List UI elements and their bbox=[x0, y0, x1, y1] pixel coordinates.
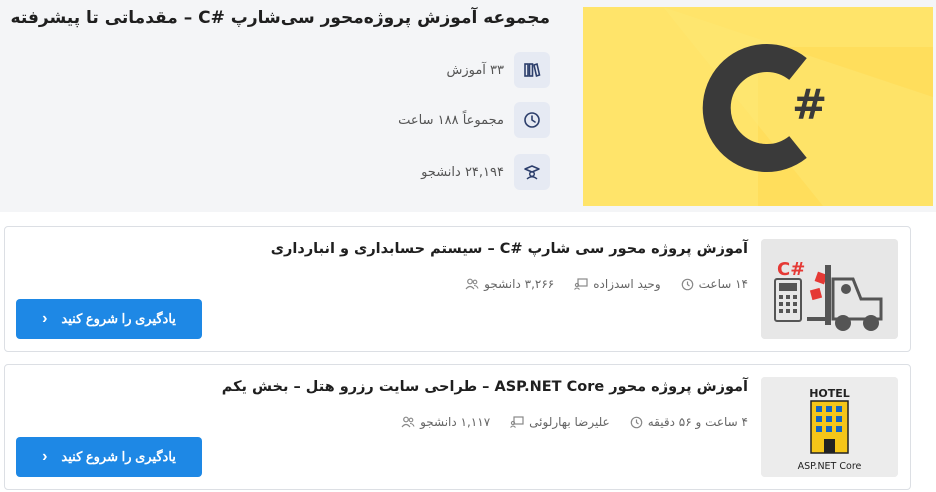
course-meta: ۳,۲۶۶ دانشجو وحید اسدزاده ۱۴ ساعت bbox=[465, 277, 748, 291]
svg-text:#: # bbox=[792, 80, 827, 129]
collection-title: مجموعه آموزش پروژه‌محور سی‌شارپ #C – مقد… bbox=[10, 8, 550, 28]
course-duration: ۱۴ ساعت bbox=[681, 277, 748, 291]
chevron-left-icon: ‹ bbox=[42, 310, 48, 327]
course-card[interactable]: HOTEL ASP.NET Core آموزش پروژه محور ASP.… bbox=[4, 364, 911, 490]
course-teacher: علیرضا بهارلوئی bbox=[510, 415, 610, 429]
thumb-aspnet-text: ASP.NET Core bbox=[798, 461, 862, 472]
teacher-icon bbox=[574, 278, 588, 290]
course-thumbnail[interactable]: C# bbox=[761, 239, 898, 339]
csharp-logo-banner: # bbox=[583, 7, 933, 206]
course-card[interactable]: C# آموزش پروژه محور سی شارپ #C – سیستم ح… bbox=[4, 226, 911, 352]
thumb-csharp-text: C# bbox=[777, 259, 805, 280]
books-icon bbox=[514, 52, 550, 88]
users-icon bbox=[465, 278, 479, 290]
chevron-left-icon: ‹ bbox=[42, 448, 48, 465]
graduate-icon bbox=[514, 154, 550, 190]
clock-icon bbox=[681, 278, 693, 290]
stat-courses: ۳۳ آموزش bbox=[446, 52, 550, 88]
course-students: ۳,۲۶۶ دانشجو bbox=[465, 277, 554, 291]
stat-duration: مجموعاً ۱۸۸ ساعت bbox=[398, 102, 550, 138]
collection-header: # مجموعه آموزش پروژه‌محور سی‌شارپ #C – م… bbox=[0, 0, 936, 212]
course-duration: ۴ ساعت و ۵۶ دقیقه bbox=[630, 415, 748, 429]
stat-duration-text: مجموعاً ۱۸۸ ساعت bbox=[398, 112, 504, 128]
thumb-hotel-text: HOTEL bbox=[809, 387, 850, 400]
course-thumbnail[interactable]: HOTEL ASP.NET Core bbox=[761, 377, 898, 477]
stat-courses-text: ۳۳ آموزش bbox=[446, 62, 504, 78]
course-meta: ۱,۱۱۷ دانشجو علیرضا بهارلوئی ۴ ساعت و ۵۶… bbox=[401, 415, 748, 429]
stat-students: ۲۴,۱۹۴ دانشجو bbox=[421, 154, 550, 190]
teacher-icon bbox=[510, 416, 524, 428]
accounting-forklift-icon: C# bbox=[761, 239, 898, 339]
start-learning-button[interactable]: یادگیری را شروع کنید ‹ bbox=[16, 299, 202, 339]
course-title[interactable]: آموزش پروژه محور ASP.NET Core – طراحی سا… bbox=[222, 379, 748, 395]
hotel-building-icon: HOTEL ASP.NET Core bbox=[761, 377, 898, 477]
csharp-logo-icon: # bbox=[583, 7, 933, 206]
course-teacher: وحید اسدزاده bbox=[574, 277, 661, 291]
stat-students-text: ۲۴,۱۹۴ دانشجو bbox=[421, 164, 504, 180]
users-icon bbox=[401, 416, 415, 428]
course-students: ۱,۱۱۷ دانشجو bbox=[401, 415, 490, 429]
course-title[interactable]: آموزش پروژه محور سی شارپ #C – سیستم حساب… bbox=[271, 241, 748, 257]
clock-icon bbox=[630, 416, 643, 428]
start-learning-button[interactable]: یادگیری را شروع کنید ‹ bbox=[16, 437, 202, 477]
clock-icon bbox=[514, 102, 550, 138]
